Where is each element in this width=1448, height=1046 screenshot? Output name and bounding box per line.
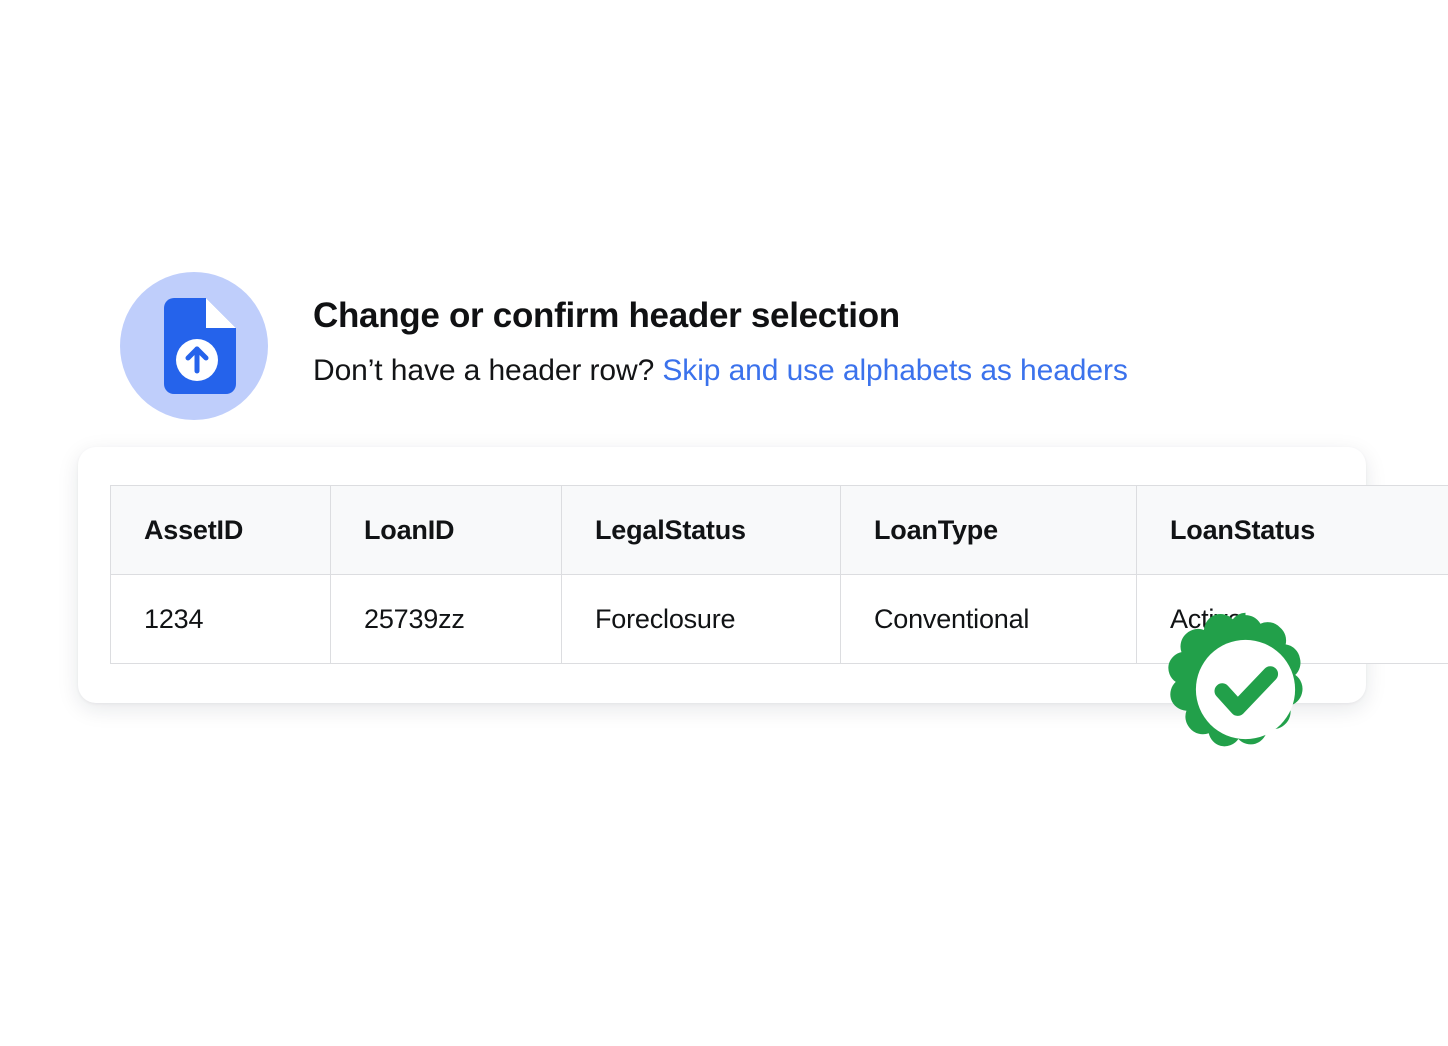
skip-and-use-alphabets-link[interactable]: Skip and use alphabets as headers <box>662 354 1127 387</box>
cell-assetid: 1234 <box>110 574 331 664</box>
cell-loantype: Conventional <box>840 574 1137 664</box>
table-scroll-region: AssetID LoanID LegalStatus LoanType Loan… <box>110 485 1448 664</box>
column-header-loanid[interactable]: LoanID <box>330 485 562 575</box>
cell-legalstatus: Foreclosure <box>561 574 841 664</box>
header-text-block: Change or confirm header selection Don’t… <box>313 294 1373 390</box>
header-section: Change or confirm header selection Don’t… <box>120 272 1380 420</box>
cell-loanid: 25739zz <box>330 574 562 664</box>
subtitle-prefix-text: Don’t have a header row? <box>313 354 663 387</box>
verified-check-badge-icon <box>1168 612 1323 767</box>
table-header-row: AssetID LoanID LegalStatus LoanType Loan… <box>110 485 1448 575</box>
page-root: Change or confirm header selection Don’t… <box>0 0 1448 1046</box>
column-header-legalstatus[interactable]: LegalStatus <box>561 485 841 575</box>
column-header-loantype[interactable]: LoanType <box>840 485 1137 575</box>
page-title: Change or confirm header selection <box>313 296 900 335</box>
column-header-assetid[interactable]: AssetID <box>110 485 331 575</box>
table-head: AssetID LoanID LegalStatus LoanType Loan… <box>110 485 1448 575</box>
column-header-loanstatus[interactable]: LoanStatus <box>1136 485 1448 575</box>
page-subtitle: Don’t have a header row? Skip and use al… <box>313 352 1373 390</box>
document-upload-icon <box>120 272 268 420</box>
